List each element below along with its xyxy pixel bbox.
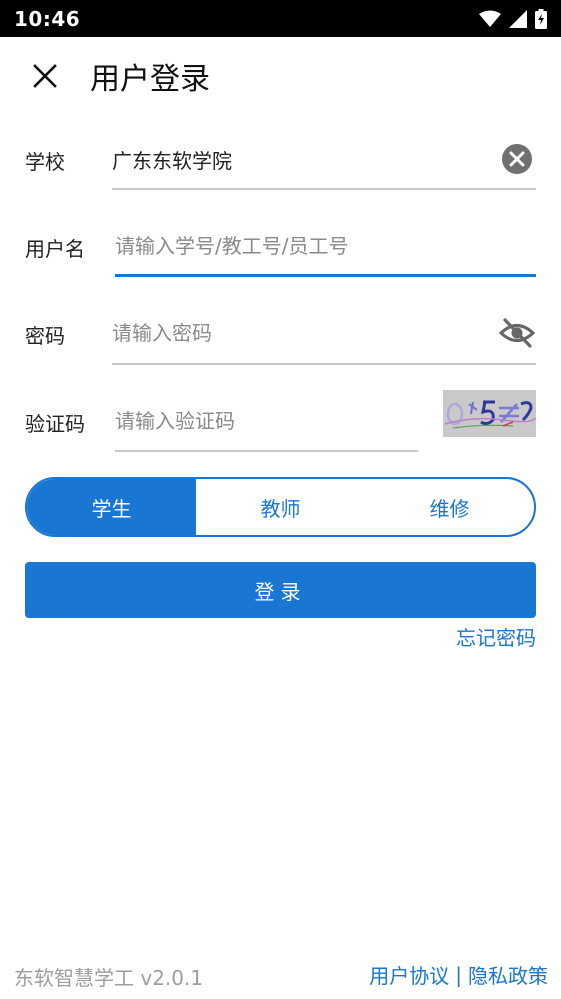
app-header: 用户登录 [0, 37, 561, 115]
login-button[interactable]: 登录 [25, 562, 536, 618]
role-teacher-tab[interactable]: 教师 [196, 479, 365, 535]
page-title: 用户登录 [90, 62, 210, 97]
captcha-image[interactable] [443, 390, 536, 437]
role-student-tab[interactable]: 学生 [27, 479, 196, 535]
close-icon [33, 64, 57, 88]
username-label: 用户名 [25, 237, 85, 261]
footer-links: 用户协议 | 隐私政策 [369, 960, 548, 989]
password-row: 密码 [0, 289, 561, 376]
captcha-input[interactable] [115, 401, 415, 441]
password-input[interactable] [112, 313, 492, 353]
status-bar: 10:46 [0, 0, 561, 37]
toggle-password-visibility[interactable] [498, 317, 536, 349]
forgot-password-link[interactable]: 忘记密码 [456, 622, 536, 651]
app-version: 东软智慧学工 v2.0.1 [14, 966, 204, 990]
close-button[interactable] [25, 56, 65, 96]
clear-circle-icon [502, 144, 532, 174]
wifi-icon [479, 10, 501, 27]
status-time: 10:46 [14, 6, 81, 31]
captcha-underline [115, 450, 418, 452]
role-maintenance-tab[interactable]: 维修 [365, 479, 534, 535]
username-input[interactable] [115, 226, 535, 266]
role-selector: 学生 教师 维修 [25, 477, 536, 537]
battery-charging-icon [535, 8, 547, 29]
cell-signal-icon [509, 9, 527, 28]
username-underline [115, 274, 536, 277]
clear-school-button[interactable] [501, 143, 533, 175]
school-label: 学校 [25, 150, 65, 174]
school-row: 学校 [0, 115, 561, 202]
eye-off-icon [499, 318, 535, 348]
school-field[interactable] [112, 139, 492, 179]
status-icons [479, 8, 547, 29]
password-underline [112, 363, 536, 365]
school-underline [112, 188, 536, 190]
user-agreement-link[interactable]: 用户协议 [369, 960, 449, 989]
captcha-noise-image [443, 390, 536, 437]
privacy-policy-link[interactable]: 隐私政策 [468, 960, 548, 989]
username-row: 用户名 [0, 202, 561, 289]
captcha-label: 验证码 [25, 412, 85, 436]
footer-separator: | [455, 962, 462, 987]
password-label: 密码 [25, 324, 65, 348]
